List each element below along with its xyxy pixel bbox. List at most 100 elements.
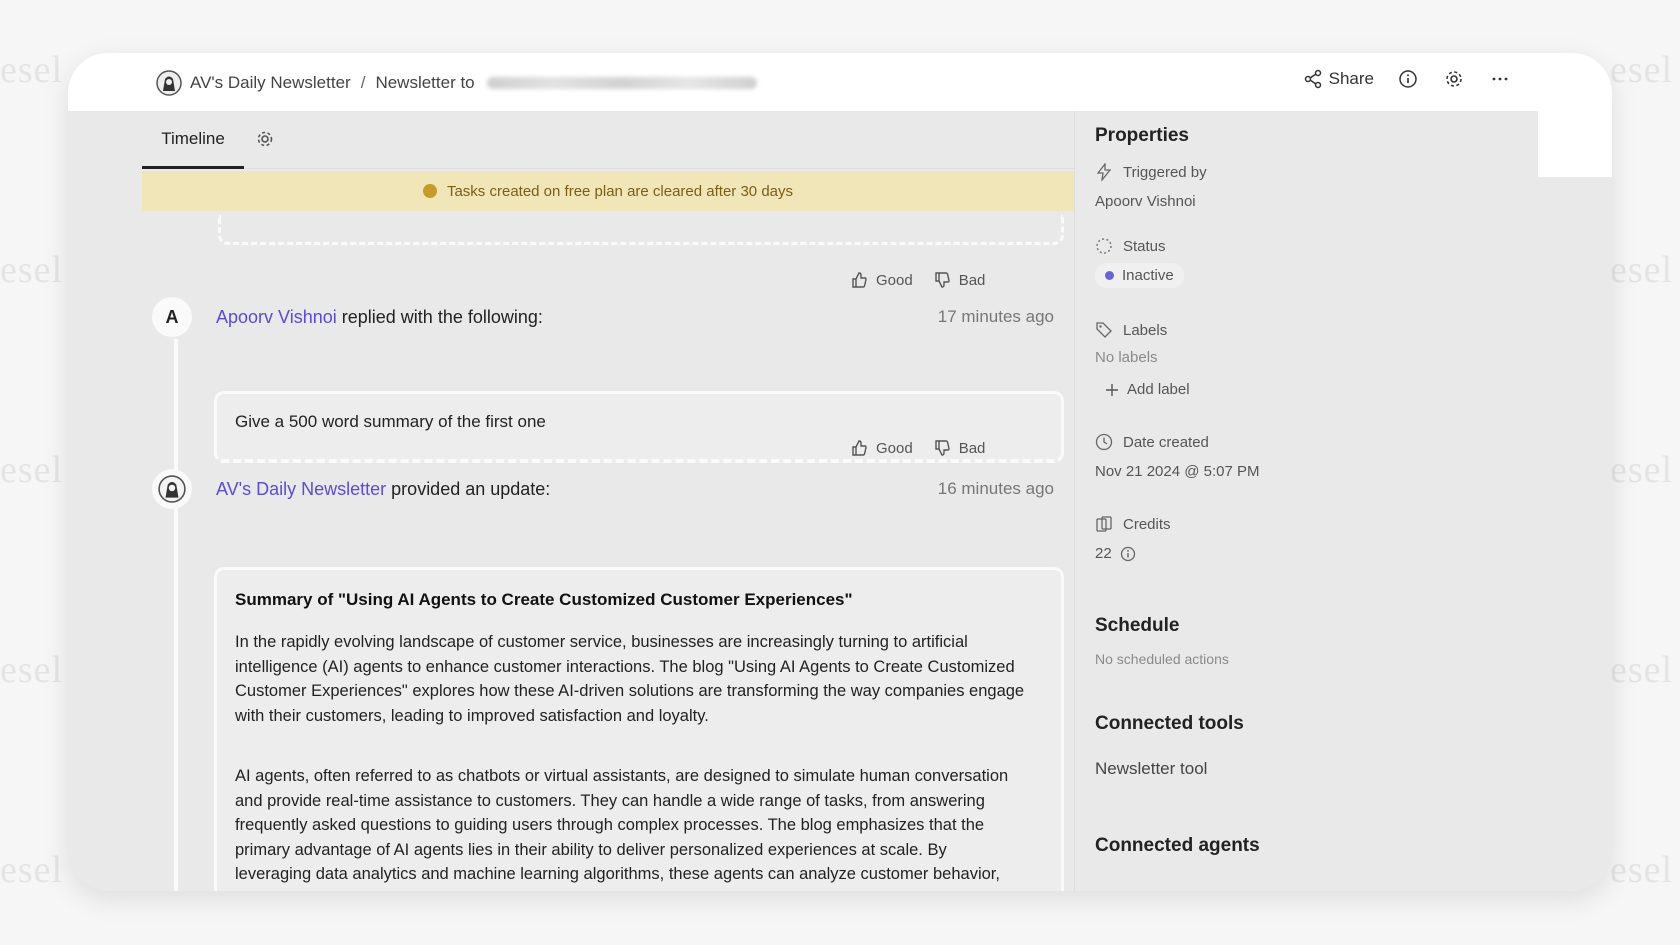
good-label: Good <box>876 271 913 289</box>
banner-text: Tasks created on free plan are cleared a… <box>446 182 794 200</box>
timeline-settings-button[interactable] <box>254 128 276 150</box>
status-label: Status <box>1095 237 1166 255</box>
more-icon <box>1490 69 1510 89</box>
status-dot-icon <box>1105 271 1114 280</box>
breadcrumb-page: Newsletter to <box>375 73 475 92</box>
properties-panel: Properties Triggered by Apoorv Vishnoi S… <box>1074 111 1612 891</box>
gear-icon <box>254 128 276 150</box>
triggered-by-text: Triggered by <box>1123 163 1207 181</box>
message-action: replied with the following: <box>341 306 543 327</box>
status-spinner-icon <box>1095 237 1113 255</box>
top-actions: Share <box>1303 67 1512 91</box>
message-header: AV's Daily Newsletter provided an update… <box>142 469 1074 509</box>
bad-label: Bad <box>958 271 986 289</box>
thumbs-down-icon <box>933 439 951 457</box>
agent-avatar <box>152 469 192 509</box>
settings-button[interactable] <box>1442 67 1466 91</box>
good-label: Good <box>876 439 913 457</box>
update-title: Summary of "Using AI Agents to Create Cu… <box>235 590 853 609</box>
timeline-panel: Timeline Tasks created on free plan are … <box>142 111 1074 891</box>
good-button[interactable]: Good <box>850 439 913 457</box>
panel-corner <box>1538 111 1612 177</box>
schedule-value: No scheduled actions <box>1095 651 1229 667</box>
labels-text: Labels <box>1123 321 1168 339</box>
date-created-value: Nov 21 2024 @ 5:07 PM <box>1095 463 1260 480</box>
message-timestamp: 16 minutes ago <box>937 479 1054 498</box>
connected-tool-item[interactable]: Newsletter tool <box>1095 759 1207 779</box>
thumbs-up-icon <box>850 271 868 289</box>
breadcrumb-agent[interactable]: AV's Daily Newsletter <box>190 73 351 93</box>
info-button[interactable] <box>1396 67 1420 91</box>
status-dropdown[interactable]: Inactive <box>1095 263 1184 288</box>
more-button[interactable] <box>1488 67 1512 91</box>
add-label-text: Add label <box>1127 381 1190 398</box>
message-body: Give a 500 word summary of the first one <box>235 412 546 431</box>
author-link[interactable]: AV's Daily Newsletter <box>216 479 386 499</box>
message-action: provided an update: <box>391 478 551 499</box>
message-header: A Apoorv Vishnoi replied with the follow… <box>142 297 1074 337</box>
schedule-title: Schedule <box>1095 615 1180 636</box>
app-window: AV's Daily Newsletter / Newsletter to Sh… <box>68 53 1612 891</box>
breadcrumb: AV's Daily Newsletter / Newsletter to <box>156 69 757 97</box>
good-button[interactable]: Good <box>850 271 913 289</box>
breadcrumb-separator: / <box>360 73 366 92</box>
bad-label: Bad <box>958 439 986 457</box>
labels-value: No labels <box>1095 349 1158 366</box>
credits-value-row: 22 <box>1095 545 1136 562</box>
watermark: esel <box>0 449 64 491</box>
triggered-by-value: Apoorv Vishnoi <box>1095 193 1196 210</box>
free-plan-banner: Tasks created on free plan are cleared a… <box>142 171 1074 211</box>
tag-icon <box>1095 321 1113 339</box>
labels-label: Labels <box>1095 321 1167 339</box>
watermark: esel <box>1610 49 1674 91</box>
watermark: esel <box>0 649 64 691</box>
tab-timeline[interactable]: Timeline <box>142 111 244 169</box>
message-timestamp: 17 minutes ago <box>937 307 1054 326</box>
redacted-email <box>486 77 757 89</box>
watermark: esel <box>1610 449 1674 491</box>
previous-message-fragment <box>218 215 1064 245</box>
message-summary: AV's Daily Newsletter provided an update… <box>216 479 550 500</box>
watermark: esel <box>1610 249 1674 291</box>
plus-icon <box>1105 383 1119 397</box>
info-icon[interactable] <box>1120 546 1136 562</box>
credits-value: 22 <box>1095 545 1112 562</box>
thread-line <box>174 511 178 891</box>
date-created-text: Date created <box>1123 433 1209 451</box>
lightning-icon <box>1095 163 1113 181</box>
message-bubble: Summary of "Using AI Agents to Create Cu… <box>214 567 1064 891</box>
share-button[interactable]: Share <box>1303 69 1374 89</box>
status-text: Status <box>1123 237 1166 255</box>
update-paragraph: AI agents, often referred to as chatbots… <box>235 767 1009 891</box>
watermark: esel <box>1610 849 1674 891</box>
thumbs-up-icon <box>850 439 868 457</box>
agent-icon <box>158 475 186 503</box>
update-paragraph: In the rapidly evolving landscape of cus… <box>235 633 1025 725</box>
tab-bar: Timeline <box>142 111 1074 169</box>
clock-icon <box>1095 433 1113 451</box>
feedback-bar: Good Bad <box>850 439 985 457</box>
share-label: Share <box>1328 69 1374 88</box>
message-summary: Apoorv Vishnoi replied with the followin… <box>216 307 543 328</box>
warning-dot-icon <box>422 184 437 198</box>
coins-icon <box>1095 515 1113 533</box>
add-label-button[interactable]: Add label <box>1105 381 1190 398</box>
watermark: esel <box>0 849 64 891</box>
connected-agents-title: Connected agents <box>1095 835 1260 856</box>
watermark: esel <box>0 249 64 291</box>
bad-button[interactable]: Bad <box>933 439 986 457</box>
feedback-bar: Good Bad <box>850 271 985 289</box>
status-value: Inactive <box>1122 267 1174 284</box>
date-created-label: Date created <box>1095 433 1209 451</box>
author-link[interactable]: Apoorv Vishnoi <box>216 307 337 327</box>
share-icon <box>1303 69 1323 89</box>
thumbs-down-icon <box>933 271 951 289</box>
top-bar: AV's Daily Newsletter / Newsletter to Sh… <box>68 53 1612 111</box>
avatar: A <box>152 297 192 337</box>
watermark: esel <box>1610 649 1674 691</box>
properties-title: Properties <box>1095 125 1189 146</box>
triggered-by-label: Triggered by <box>1095 163 1207 181</box>
credits-label: Credits <box>1095 515 1171 533</box>
gear-icon <box>1444 69 1464 89</box>
bad-button[interactable]: Bad <box>933 271 986 289</box>
